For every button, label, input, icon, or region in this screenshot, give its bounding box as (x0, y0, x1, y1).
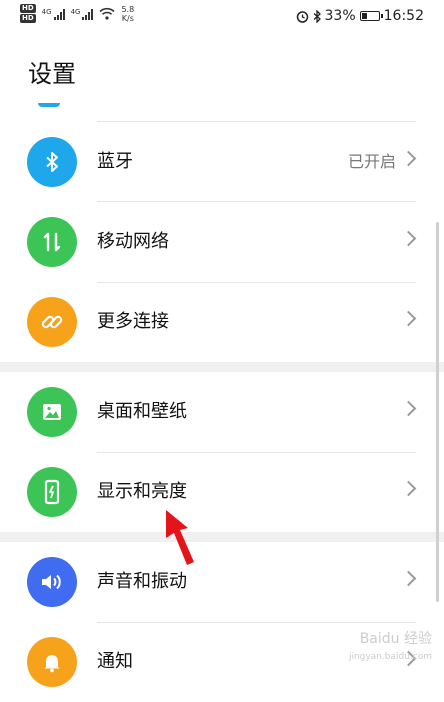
alarm-icon (296, 10, 308, 23)
hd-badge: HD (20, 4, 36, 13)
status-bar-left: HD HD 4G 4G 5.8 K/s (20, 4, 134, 23)
status-bar: HD HD 4G 4G 5.8 K/s 33% 16:52 (0, 0, 444, 34)
settings-item-status: 已开启 (347, 152, 396, 171)
settings-item-bluetooth[interactable]: 蓝牙 已开启 (0, 122, 444, 202)
chevron-right-icon (400, 480, 417, 497)
bluetooth-icon (27, 137, 77, 187)
wallpaper-icon (27, 387, 77, 437)
battery-icon (359, 11, 383, 21)
settings-item-label: 桌面和壁纸 (97, 401, 187, 422)
chevron-right-icon (400, 400, 417, 417)
settings-item-wallpaper[interactable]: 桌面和壁纸 (0, 372, 444, 452)
watermark: Baidu 经验 jingyan.baidu.com (348, 631, 432, 662)
group-separator (0, 362, 444, 372)
bluetooth-status-icon (313, 9, 321, 23)
settings-item-sound[interactable]: 声音和振动 (0, 542, 444, 622)
hd-badge: HD (20, 14, 36, 23)
bell-icon (27, 637, 77, 687)
chevron-right-icon (400, 310, 417, 327)
battery-percent: 33% (324, 8, 356, 24)
signal-icon: 4G (71, 8, 94, 20)
sound-icon (27, 557, 77, 607)
settings-item-label: 更多连接 (97, 311, 169, 332)
settings-item-more-connections[interactable]: 更多连接 (0, 282, 444, 362)
settings-item-label: 移动网络 (97, 231, 169, 252)
signal-icon: 4G (42, 8, 65, 20)
mobile-data-icon (27, 217, 77, 267)
status-bar-right: 33% 16:52 (296, 8, 424, 24)
network-speed: 5.8 K/s (121, 4, 135, 23)
settings-item-mobile-network[interactable]: 移动网络 (0, 202, 444, 282)
chevron-right-icon (400, 230, 417, 247)
wifi-icon (99, 7, 116, 20)
settings-item-label: 通知 (97, 651, 133, 672)
chevron-right-icon (400, 570, 417, 587)
scrollbar[interactable] (436, 222, 439, 602)
page-title: 设置 (28, 60, 76, 88)
display-icon (27, 467, 77, 517)
group-separator (0, 532, 444, 542)
partial-icon (38, 103, 60, 107)
annotation-arrow (166, 510, 194, 565)
chevron-right-icon (400, 150, 417, 167)
settings-item-display[interactable]: 显示和亮度 (0, 452, 444, 532)
settings-item-label: 蓝牙 (97, 151, 133, 172)
clock: 16:52 (383, 8, 424, 24)
link-icon (27, 297, 77, 347)
